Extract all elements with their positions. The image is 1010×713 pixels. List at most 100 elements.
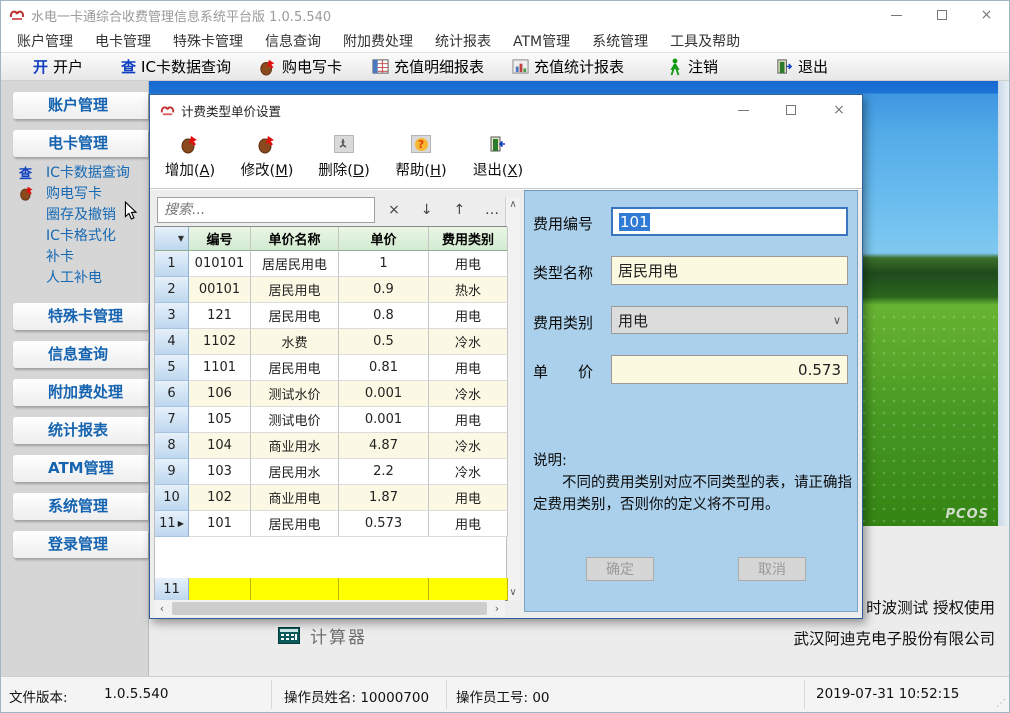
dialog-body: × ↓ ↑ … ∧ ∨ ▼ 编号 单价名称 单价 费用类别 1	[150, 190, 862, 618]
sidebar-section-surcharge[interactable]: 附加费处理	[13, 379, 148, 406]
menu-ecard[interactable]: 电卡管理	[87, 31, 159, 51]
col-header-category[interactable]: 费用类别	[429, 227, 508, 251]
table-row[interactable]: 2 00101 居民用电 0.9 热水	[155, 277, 507, 303]
search-icon: 查	[19, 164, 39, 182]
scroll-right-icon[interactable]: ›	[489, 602, 505, 615]
help-button[interactable]: ? 帮助(H)	[393, 125, 449, 188]
scroll-down-icon[interactable]: ∨	[506, 587, 520, 598]
sidebar-item-manual-recharge[interactable]: 人工补电	[1, 268, 148, 289]
menu-info-query[interactable]: 信息查询	[257, 31, 329, 51]
close-button[interactable]: ×	[964, 1, 1009, 29]
operator-id: 操作员工号: 00	[456, 686, 550, 706]
sidebar-section-login[interactable]: 登录管理	[13, 531, 148, 558]
sidebar-section-system[interactable]: 系统管理	[13, 493, 148, 520]
sidebar-section-atm[interactable]: ATM管理	[13, 455, 148, 482]
toolbar-logout[interactable]: 注销	[663, 54, 722, 80]
table-row-current[interactable]: 11▶ 101 居民用电 0.573 用电	[155, 511, 507, 537]
maximize-icon	[937, 10, 947, 20]
price-label: 单 价	[533, 361, 593, 382]
app-logo-icon	[9, 7, 25, 23]
toolbar-ic-card-query[interactable]: 查 IC卡数据查询	[117, 54, 235, 80]
toolbar-recharge-detail-report[interactable]: 充值明细报表	[368, 54, 488, 80]
sidebar-section-reports[interactable]: 统计报表	[13, 417, 148, 444]
detail-report-icon	[372, 58, 389, 75]
photo-watermark: PCOS	[946, 507, 989, 522]
maximize-button[interactable]	[919, 1, 964, 29]
scrollbar-thumb[interactable]	[172, 602, 487, 615]
table-header-row: ▼ 编号 单价名称 单价 费用类别	[155, 227, 507, 251]
edit-form-panel: 费用编号 101 类型名称 居民用电 费用类别 用电 ∨ 单 价 0.573 说…	[524, 190, 858, 612]
toolbar-open-account[interactable]: 开 开户	[29, 54, 87, 80]
scroll-up-icon[interactable]: ∧	[506, 199, 520, 210]
menu-account[interactable]: 账户管理	[9, 31, 81, 51]
col-header-price[interactable]: 单价	[339, 227, 429, 251]
close-icon: ×	[833, 102, 845, 118]
cancel-button[interactable]: 取消	[738, 557, 806, 581]
table-row[interactable]: 3 121 居民用电 0.8 用电	[155, 303, 507, 329]
table-row[interactable]: 5 1101 居民用电 0.81 用电	[155, 355, 507, 381]
table-row[interactable]: 9 103 居民用水 2.2 冷水	[155, 459, 507, 485]
price-field[interactable]: 0.573	[611, 355, 848, 384]
dialog-close-button[interactable]: ×	[830, 95, 848, 125]
selected-text: 101	[619, 213, 650, 231]
menubar: 账户管理 电卡管理 特殊卡管理 信息查询 附加费处理 统计报表 ATM管理 系统…	[1, 29, 1009, 53]
table-row[interactable]: 4 1102 水费 0.5 冷水	[155, 329, 507, 355]
modify-record-icon	[255, 133, 279, 155]
sidebar: 账户管理 电卡管理 查 IC卡数据查询 购电写卡 圈存及撤销 IC卡格式化 补卡…	[1, 81, 149, 678]
exit-door-icon	[486, 133, 510, 155]
header-dropdown-button[interactable]: ▼	[155, 227, 189, 251]
sidebar-section-info-query[interactable]: 信息查询	[13, 341, 148, 368]
toolbar-recharge-stats-report[interactable]: 充值统计报表	[508, 54, 628, 80]
statusbar: 文件版本: 1.0.5.540 操作员姓名: 10000700 操作员工号: 0…	[1, 676, 1009, 712]
category-select[interactable]: 用电 ∨	[611, 306, 848, 334]
sidebar-section-special-card[interactable]: 特殊卡管理	[13, 303, 148, 330]
row-count: 11	[155, 578, 189, 601]
ok-button[interactable]: 确定	[586, 557, 654, 581]
toolbar-exit[interactable]: 退出	[772, 54, 832, 80]
sidebar-item-ic-format[interactable]: IC卡格式化	[1, 226, 148, 247]
calculator-item[interactable]: 计算器	[278, 623, 367, 648]
scroll-left-icon[interactable]: ‹	[154, 602, 170, 615]
menu-reports[interactable]: 统计报表	[427, 31, 499, 51]
search-clear-icon[interactable]: ×	[382, 202, 406, 218]
resize-grip-icon[interactable]: ⋰	[996, 699, 1006, 709]
fee-code-field[interactable]: 101	[611, 207, 848, 236]
col-header-code[interactable]: 编号	[189, 227, 251, 251]
menu-system[interactable]: 系统管理	[584, 31, 656, 51]
add-button[interactable]: 增加(A)	[162, 125, 218, 188]
toolbar-buy-electricity-write-card[interactable]: 购电写卡	[255, 54, 346, 80]
minimize-icon	[891, 15, 902, 16]
operator-name: 操作员姓名: 10000700	[284, 686, 429, 706]
menu-special-card[interactable]: 特殊卡管理	[165, 31, 251, 51]
delete-button[interactable]: 删除(D)	[316, 125, 372, 188]
delete-icon	[332, 133, 356, 155]
menu-atm[interactable]: ATM管理	[505, 31, 578, 51]
minimize-button[interactable]	[874, 1, 919, 29]
table-row[interactable]: 7 105 测试电价 0.001 用电	[155, 407, 507, 433]
table-row[interactable]: 6 106 测试水价 0.001 冷水	[155, 381, 507, 407]
table-row[interactable]: 1 010101 居居民用电 1 用电	[155, 251, 507, 277]
price-setting-dialog: 计费类型单价设置 × 增加(A) 修改(M) 删除(D) ? 帮助	[149, 94, 863, 619]
search-prev-icon[interactable]: ↑	[447, 202, 471, 218]
search-input[interactable]	[157, 197, 375, 223]
search-next-icon[interactable]: ↓	[415, 202, 439, 218]
modify-button[interactable]: 修改(M)	[239, 125, 295, 188]
add-record-icon	[178, 133, 202, 155]
exit-button[interactable]: 退出(X)	[470, 125, 526, 188]
dialog-minimize-button[interactable]	[734, 95, 752, 125]
search-more-icon[interactable]: …	[480, 202, 504, 218]
menu-surcharge[interactable]: 附加费处理	[335, 31, 421, 51]
col-header-name[interactable]: 单价名称	[251, 227, 339, 251]
chevron-down-icon: ▼	[178, 234, 184, 243]
horizontal-scrollbar[interactable]: ‹ ›	[154, 600, 505, 617]
sidebar-item-ic-card-query[interactable]: 查 IC卡数据查询	[1, 163, 148, 184]
table-row[interactable]: 10 102 商业用电 1.87 用电	[155, 485, 507, 511]
dialog-titlebar: 计费类型单价设置 ×	[150, 95, 862, 125]
table-row[interactable]: 8 104 商业用水 4.87 冷水	[155, 433, 507, 459]
sidebar-section-ecard[interactable]: 电卡管理	[13, 130, 148, 157]
sidebar-section-account[interactable]: 账户管理	[13, 92, 148, 119]
type-name-field[interactable]: 居民用电	[611, 256, 848, 285]
menu-tools-help[interactable]: 工具及帮助	[662, 31, 748, 51]
dialog-maximize-button[interactable]	[782, 95, 800, 125]
sidebar-item-reissue-card[interactable]: 补卡	[1, 247, 148, 268]
